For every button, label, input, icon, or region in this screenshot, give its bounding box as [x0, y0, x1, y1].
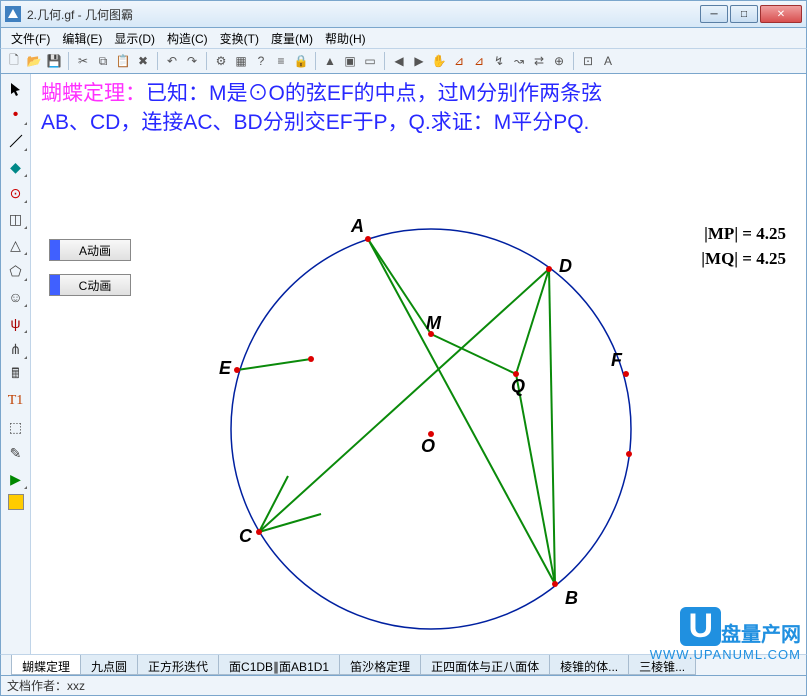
- calc-tool-icon[interactable]: 🖩: [4, 364, 28, 386]
- open-icon[interactable]: 📂: [25, 52, 43, 70]
- svg-text:C: C: [239, 526, 253, 546]
- label-tool-icon[interactable]: ψ: [4, 312, 28, 334]
- polygon-tool-icon[interactable]: ◆: [4, 156, 28, 178]
- pyramid-tool-icon[interactable]: △: [4, 234, 28, 256]
- svg-text:A: A: [350, 216, 364, 236]
- delete-icon[interactable]: ✖: [134, 52, 152, 70]
- tab-pyramid-vol[interactable]: 棱锥的体...: [549, 655, 629, 675]
- svg-text:M: M: [426, 313, 442, 333]
- nav-right-icon[interactable]: ▶: [410, 52, 428, 70]
- hand-icon[interactable]: ✋: [430, 52, 448, 70]
- svg-text:F: F: [611, 350, 623, 370]
- point-labels: A B C D E F M O Q: [219, 216, 623, 608]
- t1-icon[interactable]: ↯: [490, 52, 508, 70]
- pointer-icon[interactable]: ▲: [321, 52, 339, 70]
- menu-display[interactable]: 显示(D): [108, 28, 161, 49]
- svg-text:D: D: [559, 256, 572, 276]
- pointer-tool-icon[interactable]: [4, 78, 28, 100]
- tab-c1db[interactable]: 面C1DB∥面AB1D1: [218, 655, 340, 675]
- undo-icon[interactable]: ↶: [163, 52, 181, 70]
- pen-tool-icon[interactable]: ✎: [4, 442, 28, 464]
- points: [234, 236, 632, 587]
- save-icon[interactable]: 💾: [45, 52, 63, 70]
- svg-text:B: B: [565, 588, 578, 608]
- a-icon[interactable]: A: [599, 52, 617, 70]
- menubar: 文件(F) 编辑(E) 显示(D) 构造(C) 变换(T) 度量(M) 帮助(H…: [0, 28, 807, 48]
- construction-lines: [237, 239, 555, 584]
- minimize-button[interactable]: ─: [700, 5, 728, 23]
- gear-icon[interactable]: ⚙: [212, 52, 230, 70]
- toolbar: 🗋 📂 💾 ✂ ⧉ 📋 ✖ ↶ ↷ ⚙ ▦ ? ≡ 🔒 ▲ ▣ ▭ ◀ ▶ ✋ …: [0, 48, 807, 74]
- face-tool-icon[interactable]: ☺: [4, 286, 28, 308]
- svg-text:Q: Q: [511, 376, 525, 396]
- window-title: 2.几何.gf - 几何图霸: [27, 6, 698, 23]
- help-icon[interactable]: ?: [252, 52, 270, 70]
- copy-icon[interactable]: ⧉: [94, 52, 112, 70]
- lock-icon[interactable]: 🔒: [292, 52, 310, 70]
- tab-square-iter[interactable]: 正方形迭代: [137, 655, 219, 675]
- status-bar: 文档作者：xxz: [0, 676, 807, 696]
- t4-icon[interactable]: ⊕: [550, 52, 568, 70]
- play-tool-icon[interactable]: ▶: [4, 468, 28, 490]
- app-icon: [5, 6, 21, 22]
- menu-file[interactable]: 文件(F): [5, 28, 56, 49]
- rect-icon[interactable]: ▭: [361, 52, 379, 70]
- menu-edit[interactable]: 编辑(E): [56, 28, 108, 49]
- cube-tool-icon[interactable]: ◫: [4, 208, 28, 230]
- new-icon[interactable]: 🗋: [5, 52, 23, 70]
- point-tool-icon[interactable]: •: [4, 104, 28, 126]
- tab-desargues[interactable]: 笛沙格定理: [339, 655, 421, 675]
- tune-icon[interactable]: ≡: [272, 52, 290, 70]
- maximize-button[interactable]: □: [730, 5, 758, 23]
- tab-tetra-octa[interactable]: 正四面体与正八面体: [420, 655, 550, 675]
- frustum-tool-icon[interactable]: ⬠: [4, 260, 28, 282]
- text-tool-icon[interactable]: T1: [4, 390, 28, 412]
- svg-text:E: E: [219, 358, 232, 378]
- geometry-figure: A B C D E F M O Q: [31, 74, 807, 654]
- menu-help[interactable]: 帮助(H): [319, 28, 372, 49]
- style-icon[interactable]: ▦: [232, 52, 250, 70]
- titlebar: 2.几何.gf - 几何图霸 ─ □ ✕: [0, 0, 807, 28]
- menu-measure[interactable]: 度量(M): [265, 28, 319, 49]
- t2-icon[interactable]: ↝: [510, 52, 528, 70]
- nav-left-icon[interactable]: ◀: [390, 52, 408, 70]
- close-button[interactable]: ✕: [760, 5, 802, 23]
- document-tabs: 蝴蝶定理 九点圆 正方形迭代 面C1DB∥面AB1D1 笛沙格定理 正四面体与正…: [0, 654, 807, 676]
- ref1-icon[interactable]: ⊿: [450, 52, 468, 70]
- window-controls: ─ □ ✕: [698, 5, 802, 23]
- t3-icon[interactable]: ⇄: [530, 52, 548, 70]
- tab-triangular-pyr[interactable]: 三棱锥...: [628, 655, 696, 675]
- marquee-icon[interactable]: ▣: [341, 52, 359, 70]
- svg-text:O: O: [421, 436, 435, 456]
- menu-transform[interactable]: 变换(T): [214, 28, 265, 49]
- circle-o: [231, 229, 631, 629]
- select-tool-icon[interactable]: ⬚: [4, 416, 28, 438]
- canvas[interactable]: 蝴蝶定理：已知：M是⊙O的弦EF的中点，过M分别作两条弦 AB、CD，连接AC、…: [31, 74, 806, 654]
- axis-tool-icon[interactable]: ⋔: [4, 338, 28, 360]
- cut-icon[interactable]: ✂: [74, 52, 92, 70]
- workarea: • ◆ ⊙ ◫ △ ⬠ ☺ ψ ⋔ 🖩 T1 ⬚ ✎ ▶ 蝴蝶定理：已知：M是⊙…: [0, 74, 807, 654]
- color-tool-icon[interactable]: [8, 494, 24, 510]
- ref2-icon[interactable]: ⊿: [470, 52, 488, 70]
- menu-construct[interactable]: 构造(C): [161, 28, 214, 49]
- circle-tool-icon[interactable]: ⊙: [4, 182, 28, 204]
- tool-palette: • ◆ ⊙ ◫ △ ⬠ ☺ ψ ⋔ 🖩 T1 ⬚ ✎ ▶: [1, 74, 31, 654]
- tab-nine-point[interactable]: 九点圆: [80, 655, 138, 675]
- segment-tool-icon[interactable]: [4, 130, 28, 152]
- cfg-icon[interactable]: ⊡: [579, 52, 597, 70]
- paste-icon[interactable]: 📋: [114, 52, 132, 70]
- redo-icon[interactable]: ↷: [183, 52, 201, 70]
- tab-butterfly[interactable]: 蝴蝶定理: [11, 655, 81, 675]
